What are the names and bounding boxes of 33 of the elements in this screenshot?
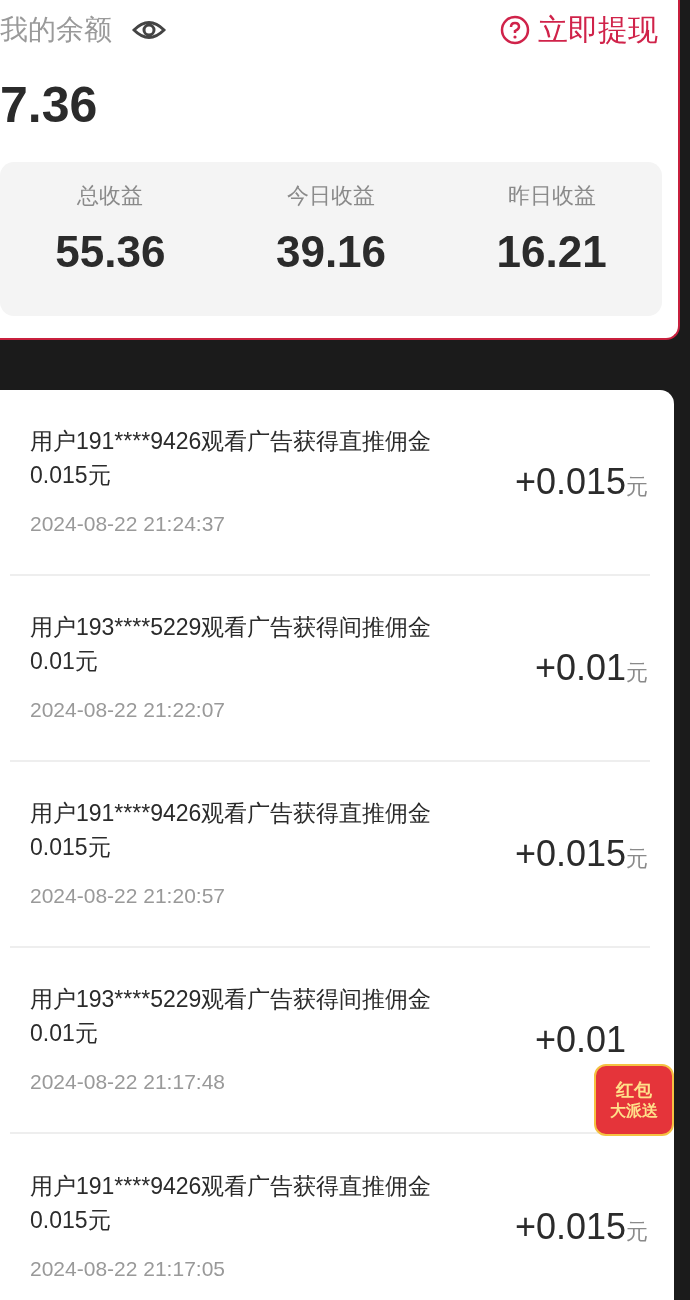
amount-unit: 元 (626, 659, 649, 687)
stat-value: 39.16 (275, 230, 387, 274)
balance-label: 我的余额 (0, 13, 112, 47)
help-icon (500, 15, 530, 45)
amount-unit: 元 (626, 473, 649, 501)
stat-value: 55.36 (55, 230, 166, 274)
amount-unit: 元 (626, 1218, 649, 1246)
stat-value: 16.21 (496, 230, 607, 274)
balance-amount: 7.36 (0, 80, 99, 130)
record-time: 2024-08-22 21:22:07 (30, 697, 226, 724)
record-title: 用户191****9426观看广告获得直推佣金0.015元 (30, 799, 433, 863)
record-time: 2024-08-22 21:24:37 (30, 511, 226, 538)
record-amount: +0.015 (514, 460, 626, 504)
record-amount: +0.015 (514, 832, 626, 876)
promo-text: 红包 (616, 1081, 652, 1099)
record-title: 用户191****9426观看广告获得直推佣金0.015元 (30, 427, 433, 491)
stat-label: 昨日收益 (507, 182, 596, 210)
record-time: 2024-08-22 21:20:57 (30, 883, 226, 910)
record-time: 2024-08-22 21:17:48 (30, 1069, 226, 1096)
promo-text: 大派送 (610, 1103, 658, 1119)
envelope-button[interactable]: 红包 大派送 (594, 1064, 674, 1136)
record-time: 2024-08-22 21:17:05 (30, 1256, 226, 1283)
record-title: 用户193****5229观看广告获得间推佣金0.01元 (30, 985, 433, 1049)
stat-label: 今日收益 (287, 182, 375, 210)
record-title: 用户193****5229观看广告获得间推佣金0.01元 (30, 613, 433, 677)
stat-label: 总收益 (77, 182, 144, 210)
eye-icon[interactable] (132, 19, 166, 41)
amount-unit: 元 (626, 845, 649, 873)
record-amount: +0.01 (534, 646, 626, 690)
withdraw-button[interactable]: 立即提现 (500, 12, 658, 48)
record-amount: +0.015 (514, 1205, 626, 1249)
record-amount: +0.01 (534, 1018, 626, 1062)
record-title: 用户191****9426观看广告获得直推佣金0.015元 (30, 1172, 433, 1236)
